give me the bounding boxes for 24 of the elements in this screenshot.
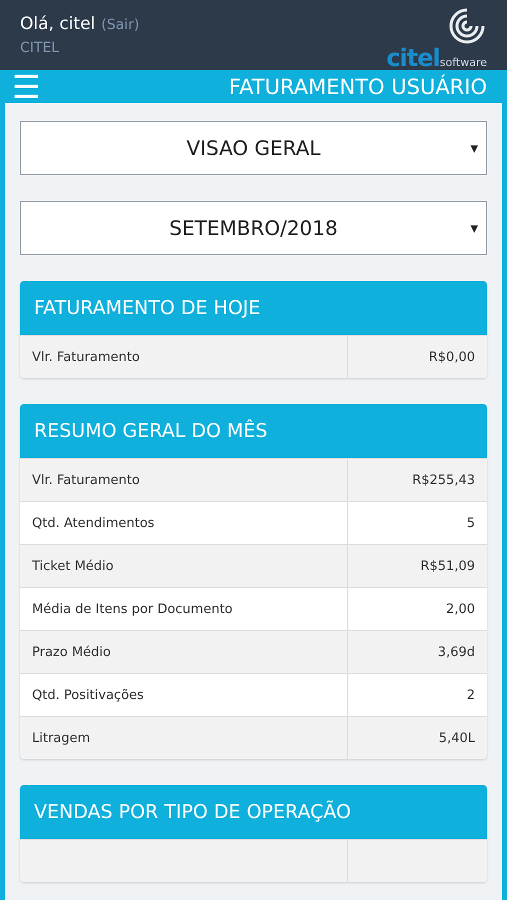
caret-icon: ▾: [470, 219, 478, 237]
logo-brand: citel: [386, 46, 440, 70]
metric-label: Qtd. Atendimentos: [31, 514, 156, 532]
metric-label: Vlr. Faturamento: [31, 472, 141, 490]
card-title: FATURAMENTO DE HOJE: [34, 297, 260, 319]
greeting-text: Olá, citel: [20, 14, 96, 34]
metric-value: R$0,00: [346, 336, 487, 378]
dropdown-select[interactable]: VISAO GERAL ▾: [20, 121, 487, 175]
dropdown-select[interactable]: SETEMBRO/2018 ▾: [20, 201, 487, 255]
metric-value: 5,40L: [346, 717, 487, 759]
metric-label: Ticket Médio: [31, 558, 115, 576]
page-title: FATURAMENTO USUÁRIO: [228, 74, 487, 98]
card-title: VENDAS POR TIPO DE OPERAÇÃO: [34, 801, 351, 823]
company-name: CITEL: [20, 40, 60, 56]
metric-label: Vlr. Faturamento: [31, 348, 141, 366]
card-title: RESUMO GERAL DO MÊS: [34, 420, 268, 442]
spiral-icon: [447, 6, 487, 46]
caret-icon: ▾: [470, 139, 478, 157]
metric-label: Litragem: [31, 730, 92, 748]
logout-link[interactable]: (Sair): [101, 17, 140, 33]
metric-label: Prazo Médio: [31, 644, 112, 662]
logo-suffix: software: [440, 56, 487, 69]
metric-label: Qtd. Positivações: [31, 686, 145, 704]
metric-label: Média de Itens por Documento: [31, 600, 234, 618]
